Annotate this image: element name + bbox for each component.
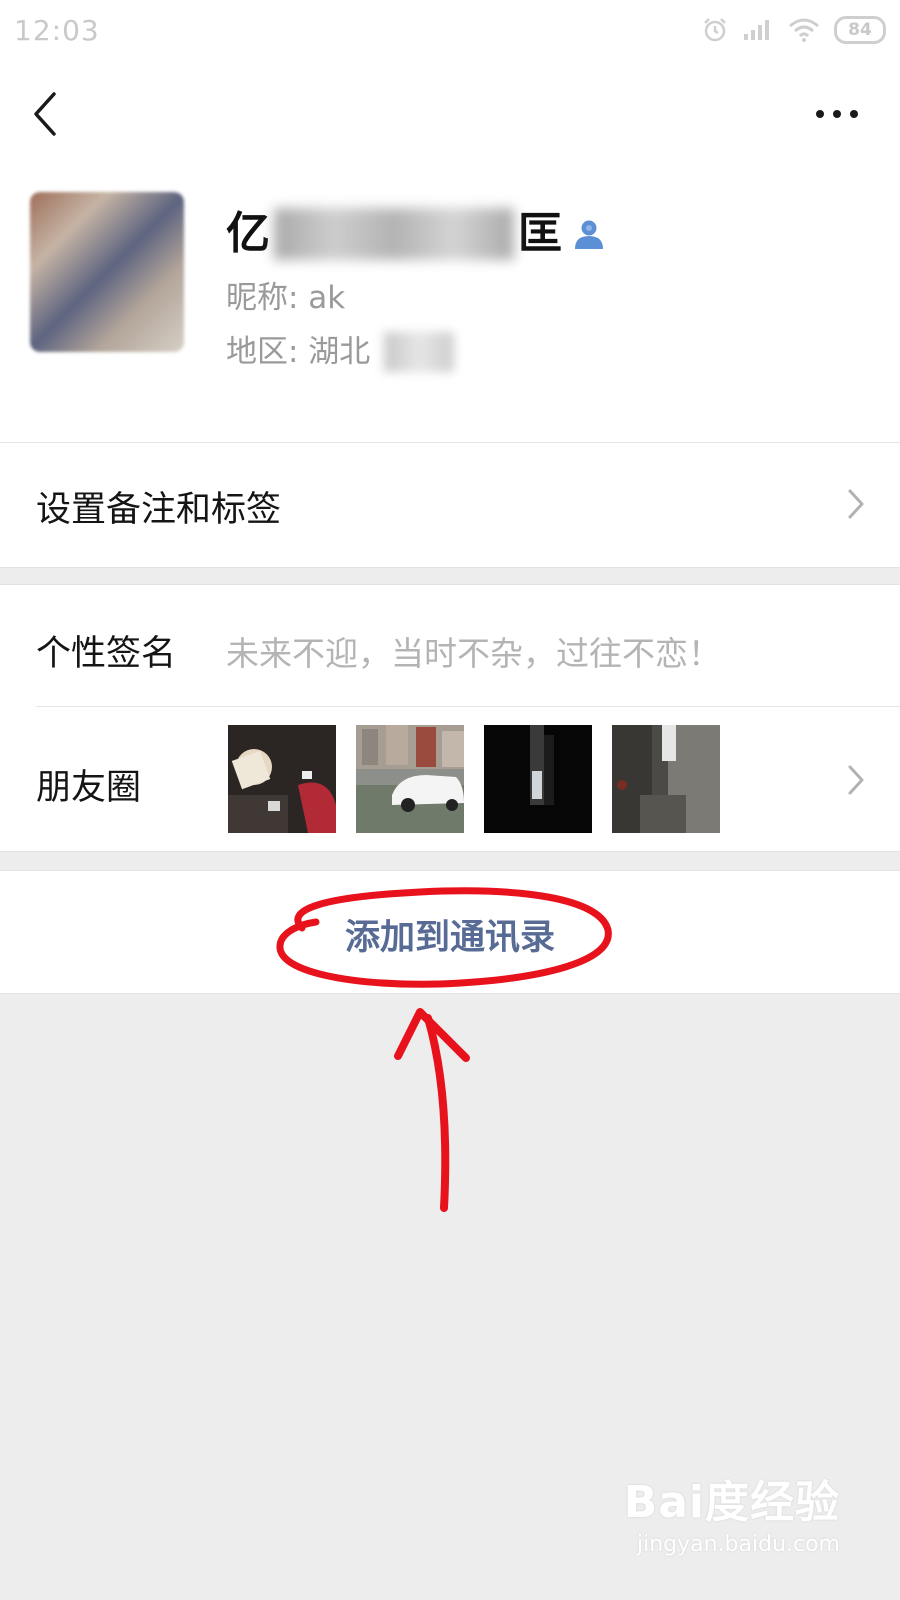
moments-label: 朋友圈 (36, 768, 142, 808)
signature-label: 个性签名 (36, 634, 177, 674)
name-redacted (274, 208, 514, 260)
moments-row[interactable]: 朋友圈 (0, 707, 900, 852)
annotation-arrow-shaft (424, 1014, 450, 1212)
add-to-contacts-button[interactable]: 添加到通讯录 (0, 909, 900, 960)
wifi-icon (789, 18, 819, 42)
name-last-char: 匡 (518, 208, 562, 259)
name-first-char: 亿 (226, 208, 270, 259)
status-icons: 84 (702, 16, 886, 44)
contact-person-icon (575, 220, 603, 249)
region-redacted (384, 332, 455, 372)
profile-region-row: 地区: 湖北 (226, 330, 455, 374)
remarks-and-tags-row[interactable]: 设置备注和标签 (0, 442, 900, 568)
annotation-arrow-head (394, 1008, 470, 1062)
status-time: 12:03 (14, 14, 100, 47)
profile-region: 地区: 湖北 (226, 334, 371, 370)
signature-value: 未来不迎，当时不杂，过往不恋！ (226, 634, 721, 673)
more-dots-icon[interactable] (812, 96, 862, 132)
avatar[interactable] (30, 192, 184, 352)
back-arrow-icon[interactable] (28, 88, 68, 140)
signature-row: 个性签名 未来不迎，当时不杂，过往不恋！ (0, 584, 900, 709)
battery-indicator: 84 (834, 16, 886, 44)
alarm-icon (704, 18, 726, 42)
chevron-right-icon (848, 489, 864, 519)
add-to-contacts-row[interactable]: 添加到通讯录 (0, 870, 900, 994)
profile-nickname: 昵称: ak (226, 280, 346, 316)
signal-icon (744, 20, 769, 40)
moment-thumbnail (228, 725, 336, 833)
moment-thumbnail (356, 725, 464, 833)
remarks-and-tags-label: 设置备注和标签 (36, 490, 282, 530)
watermark-logo: Bai度经验 (623, 1477, 840, 1528)
watermark: Bai度经验 jingyan.baidu.com (624, 1466, 840, 1557)
moment-thumbnail (612, 725, 720, 833)
profile-header: 12:03 84 亿 匡 昵称: ak 地区: 湖北 (0, 0, 900, 442)
watermark-url: jingyan.baidu.com (636, 1532, 840, 1557)
chevron-right-icon (848, 765, 864, 795)
status-bar: 12:03 84 (0, 0, 900, 62)
profile-name: 亿 匡 (226, 204, 606, 264)
moment-thumbnail (484, 725, 592, 833)
